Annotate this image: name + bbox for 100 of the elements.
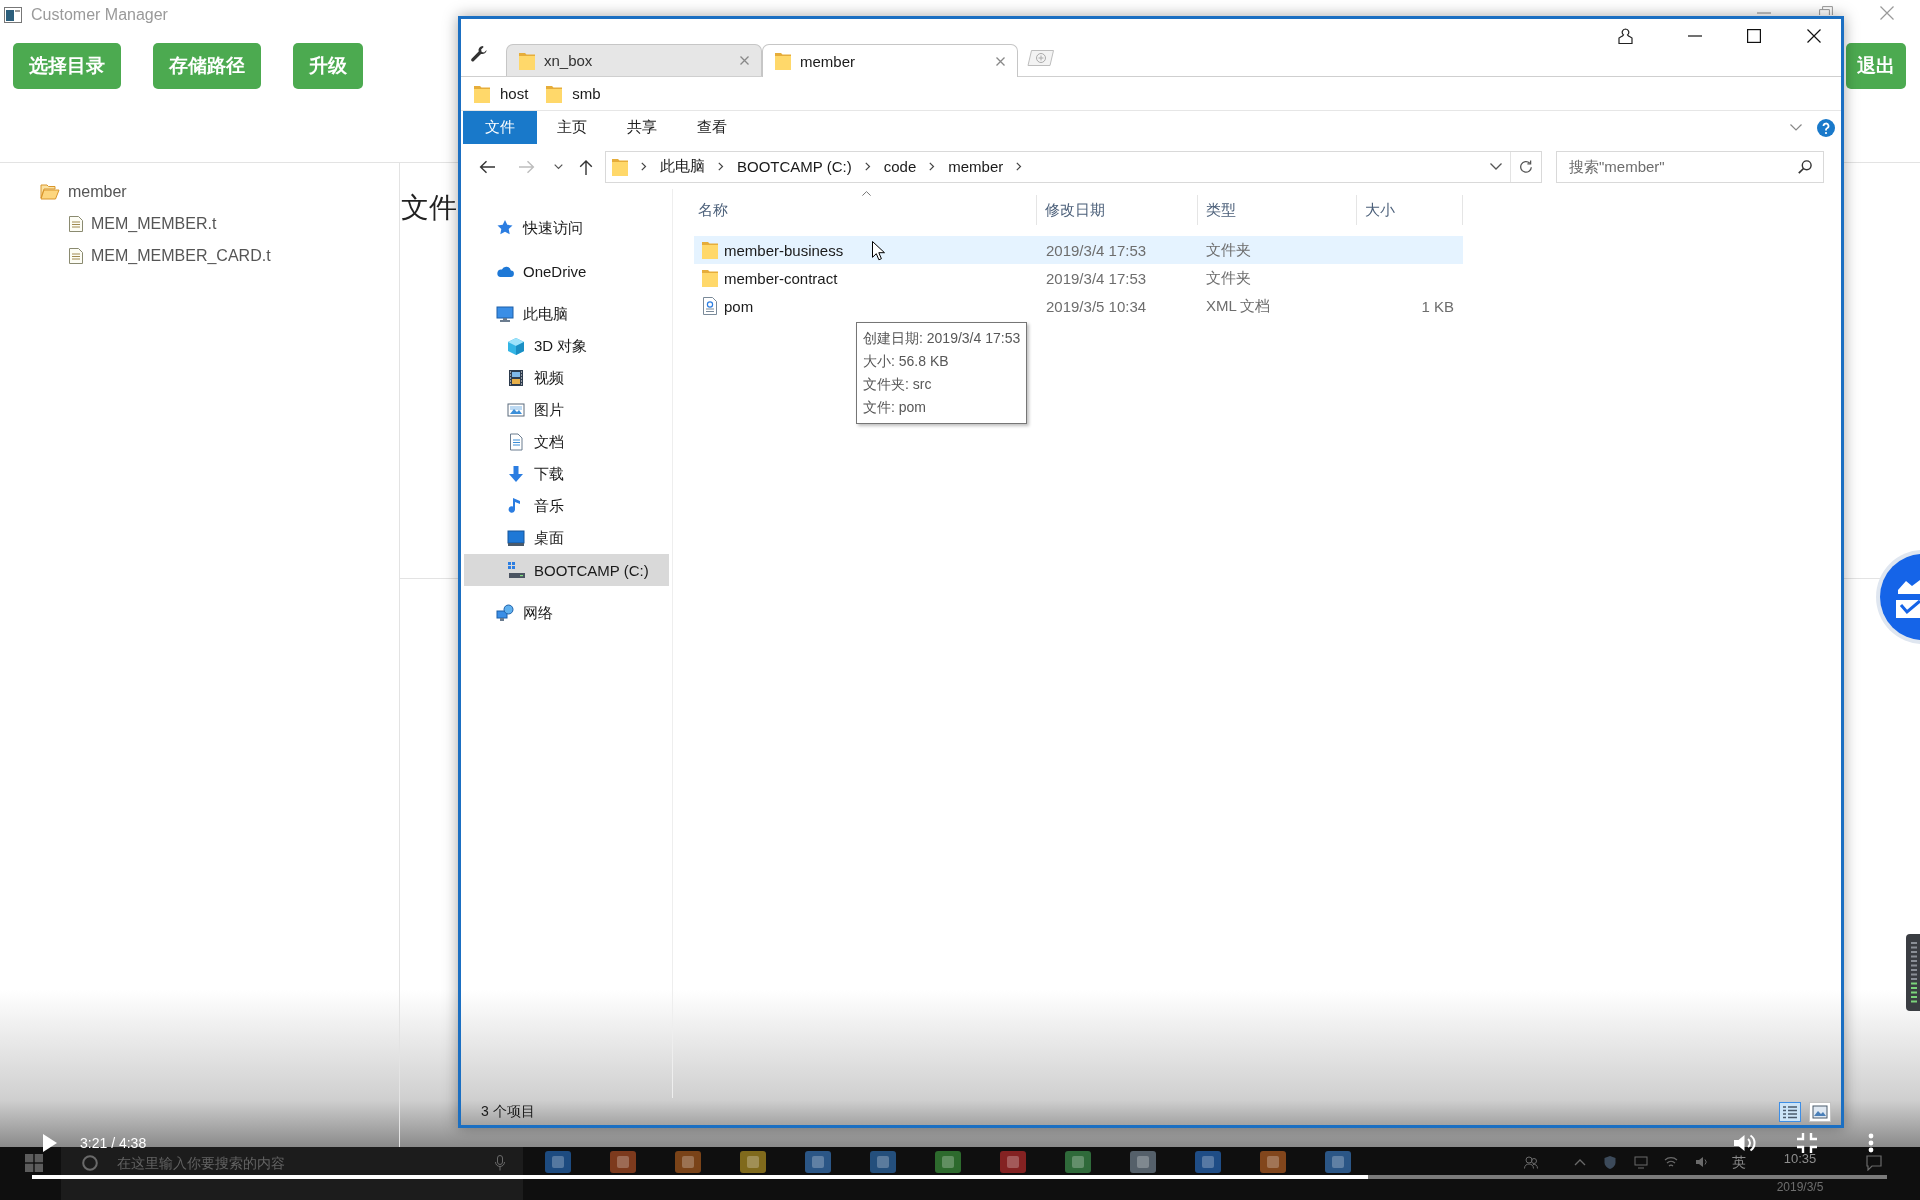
chevron-down-icon[interactable] [1490, 163, 1502, 170]
chevron-down-icon[interactable] [1790, 124, 1802, 131]
shield-icon[interactable] [1603, 1155, 1617, 1169]
app-tile-icon[interactable] [805, 1151, 831, 1173]
nav-item[interactable]: 3D 对象 [464, 330, 669, 362]
help-icon[interactable] [1817, 118, 1835, 137]
folder-icon [546, 84, 563, 103]
app-tile-icon[interactable] [545, 1151, 571, 1173]
ribbon-tab[interactable]: 主页 [537, 111, 607, 144]
nav-item[interactable]: 视频 [464, 362, 669, 394]
details-view-icon[interactable] [1779, 1101, 1801, 1122]
nav-item[interactable]: 文档 [464, 426, 669, 458]
app-tile-icon[interactable] [1195, 1151, 1221, 1173]
app-tile-icon[interactable] [740, 1151, 766, 1173]
app-tile-icon[interactable] [870, 1151, 896, 1173]
chevron-right-icon[interactable] [641, 162, 647, 171]
nav-item[interactable]: 下载 [464, 458, 669, 490]
chevron-right-icon[interactable] [1016, 162, 1023, 171]
exit-fullscreen-icon[interactable] [1797, 1133, 1817, 1153]
clock-time[interactable]: 10:35 [1783, 1151, 1817, 1167]
search-field[interactable]: 搜索"member" [1556, 150, 1824, 183]
people-icon[interactable] [1524, 1155, 1538, 1169]
wrench-icon[interactable] [470, 45, 488, 63]
nav-item[interactable]: 桌面 [464, 522, 669, 554]
column-header[interactable]: 大小 [1357, 195, 1463, 225]
file-type: XML 文档 [1206, 296, 1271, 316]
ribbon-tab[interactable]: 共享 [607, 111, 677, 144]
search-icon[interactable] [1798, 159, 1812, 174]
breadcrumb[interactable]: BOOTCAMP (C:) [737, 158, 852, 175]
address-bar[interactable]: 此电脑 BOOTCAMP (C:) code member [605, 150, 1542, 183]
bookmark[interactable]: host [474, 84, 529, 103]
notification-icon[interactable] [1866, 1155, 1882, 1171]
modified-date: 2019/3/4 17:53 [1046, 269, 1147, 287]
modified-date: 2019/3/5 10:34 [1046, 297, 1147, 315]
speaker-icon[interactable] [1695, 1155, 1709, 1169]
user-icon[interactable] [1618, 28, 1633, 44]
app-tile-icon[interactable] [1130, 1151, 1156, 1173]
nav-item[interactable]: BOOTCAMP (C:) [464, 554, 669, 586]
ribbon-tab[interactable]: 查看 [677, 111, 747, 144]
ribbon-tab[interactable]: 文件 [463, 111, 537, 144]
progress-track[interactable] [32, 1175, 1887, 1179]
restore-icon[interactable] [1819, 6, 1833, 15]
nav-item[interactable]: OneDrive [464, 255, 669, 287]
nav-item[interactable]: 此电脑 [464, 298, 669, 330]
breadcrumb[interactable]: code [883, 158, 917, 175]
file-row[interactable]: pom 2019/3/5 10:34 XML 文档 1 KB [694, 292, 1463, 320]
taskbar-search-field[interactable]: 在这里输入你要搜索的内容 [61, 1147, 523, 1200]
file-row[interactable]: member-contract 2019/3/4 17:53 文件夹 [694, 264, 1463, 292]
sort-caret-icon[interactable] [862, 191, 871, 196]
app-tile-icon[interactable] [935, 1151, 961, 1173]
nav-item[interactable]: 图片 [464, 394, 669, 426]
app-tile-icon[interactable] [1325, 1151, 1351, 1173]
input-method-indicator[interactable]: 英 [1732, 1154, 1746, 1172]
chevron-down-icon[interactable] [554, 163, 563, 170]
chevron-right-icon[interactable] [718, 162, 724, 171]
close-icon[interactable] [1807, 29, 1821, 43]
breadcrumb[interactable]: member [948, 158, 1004, 175]
file-icon [69, 248, 83, 264]
tree-item[interactable]: member [0, 176, 127, 208]
app-tile-icon[interactable] [675, 1151, 701, 1173]
column-header[interactable]: 类型 [1198, 195, 1357, 225]
folder-icon [612, 157, 628, 176]
cube-icon [507, 337, 525, 355]
browser-tab[interactable]: member [762, 44, 1018, 77]
document-icon [507, 433, 525, 451]
refresh-icon[interactable] [1519, 159, 1533, 174]
volume-icon[interactable] [1734, 1133, 1756, 1153]
star-icon [496, 219, 514, 237]
app-tile-icon[interactable] [1260, 1151, 1286, 1173]
app-tile-icon[interactable] [610, 1151, 636, 1173]
file-name: pom [724, 297, 754, 315]
nav-item[interactable]: 网络 [464, 597, 669, 629]
chevron-right-icon[interactable] [864, 162, 871, 171]
chevron-right-icon[interactable] [929, 162, 936, 171]
tree-item[interactable]: MEM_MEMBER_CARD.t [0, 240, 271, 272]
modified-date: 2019/3/4 17:53 [1046, 241, 1147, 259]
app-icon [4, 7, 22, 23]
maximize-icon[interactable] [1747, 29, 1761, 43]
breadcrumb[interactable]: 此电脑 [660, 157, 705, 176]
microphone-icon[interactable] [495, 1155, 505, 1171]
new-tab-icon[interactable] [1027, 50, 1055, 66]
column-header[interactable]: 修改日期 [1037, 195, 1198, 225]
bookmark[interactable]: smb [546, 84, 601, 103]
wifi-icon[interactable] [1664, 1155, 1678, 1169]
app-tile-icon[interactable] [1000, 1151, 1026, 1173]
file-row[interactable]: member-business 2019/3/4 17:53 文件夹 [694, 236, 1463, 264]
up-arrow-icon[interactable] [579, 158, 593, 175]
play-icon[interactable] [42, 1133, 58, 1153]
app-tile-icon[interactable] [1065, 1151, 1091, 1173]
tree-item[interactable]: MEM_MEMBER.t [0, 208, 217, 240]
network-icon [496, 604, 514, 622]
back-arrow-icon[interactable] [479, 159, 495, 174]
nav-item[interactable]: 音乐 [464, 490, 669, 522]
more-icon[interactable] [1868, 1133, 1874, 1153]
large-icons-view-icon[interactable] [1809, 1101, 1831, 1122]
clock-date[interactable]: 2019/3/5 [1776, 1180, 1824, 1194]
browser-tab[interactable]: xn_box [506, 44, 762, 76]
column-header[interactable]: 名称 [694, 195, 1037, 225]
nav-item[interactable]: 快速访问 [464, 212, 669, 244]
desktop-icon [507, 529, 525, 547]
